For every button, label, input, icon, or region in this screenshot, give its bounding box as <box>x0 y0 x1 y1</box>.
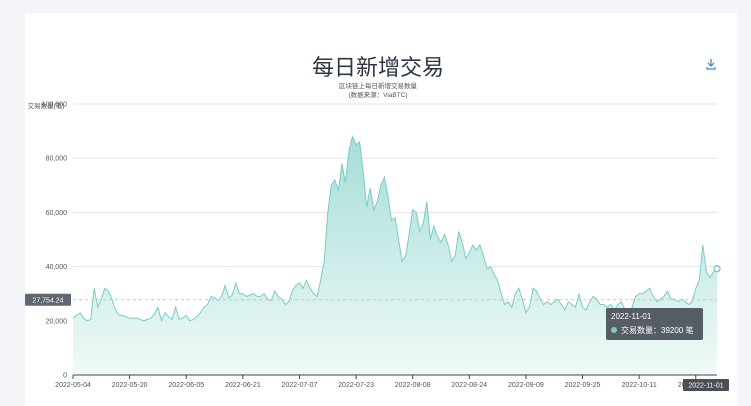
average-label: 27,754.24 <box>25 293 71 306</box>
y-tick-label: 20,000 <box>46 318 68 325</box>
axis-pointer-label: 2022-11-01 <box>683 379 729 391</box>
x-tick-label: 2022-07-07 <box>282 382 318 389</box>
x-tick-label: 2022-08-24 <box>451 382 487 389</box>
y-tick-label: 0 <box>63 373 67 380</box>
x-tick-label: 2022-10-11 <box>622 382 657 389</box>
svg-text:2022-11-01: 2022-11-01 <box>688 383 723 390</box>
chart-title: 每日新增交易 <box>312 56 444 81</box>
tooltip-date: 2022-11-01 <box>611 312 652 321</box>
chart-subtitle-line1: 区块链上每日新增交易数量 <box>339 81 418 90</box>
x-tick-label: 2022-06-21 <box>225 382 261 389</box>
x-tick-label: 2022-09-09 <box>508 382 544 389</box>
tooltip-series-dot <box>611 327 617 333</box>
svg-text:27,754.24: 27,754.24 <box>32 297 63 304</box>
x-tick-label: 2022-06-05 <box>168 382 204 389</box>
chart-card: 每日新增交易 区块链上每日新增交易数量 (数据来源：ViaBTC) 交易数量(笔… <box>25 13 737 406</box>
x-tick-label: 2022-05-20 <box>112 382 148 389</box>
y-tick-label: 100,000 <box>42 102 67 109</box>
chart-subtitle-line2: (数据来源：ViaBTC) <box>348 90 407 99</box>
hover-point[interactable] <box>713 265 721 273</box>
x-tick-label: 2022-07-23 <box>338 382 374 389</box>
tooltip-label: 交易数量：39200 笔 <box>621 325 693 335</box>
x-tick-label: 2022-05-04 <box>55 382 91 389</box>
x-tick-label: 2022-09-25 <box>565 382 601 389</box>
y-tick-label: 60,000 <box>46 210 68 217</box>
y-tick-label: 80,000 <box>46 156 68 163</box>
chart-svg: 每日新增交易 区块链上每日新增交易数量 (数据来源：ViaBTC) 交易数量(笔… <box>25 56 729 391</box>
y-tick-label: 40,000 <box>46 264 68 271</box>
x-tick-label: 2022-08-08 <box>395 382 431 389</box>
download-icon[interactable] <box>706 59 716 70</box>
tooltip: 2022-11-01 交易数量：39200 笔 <box>606 308 703 340</box>
